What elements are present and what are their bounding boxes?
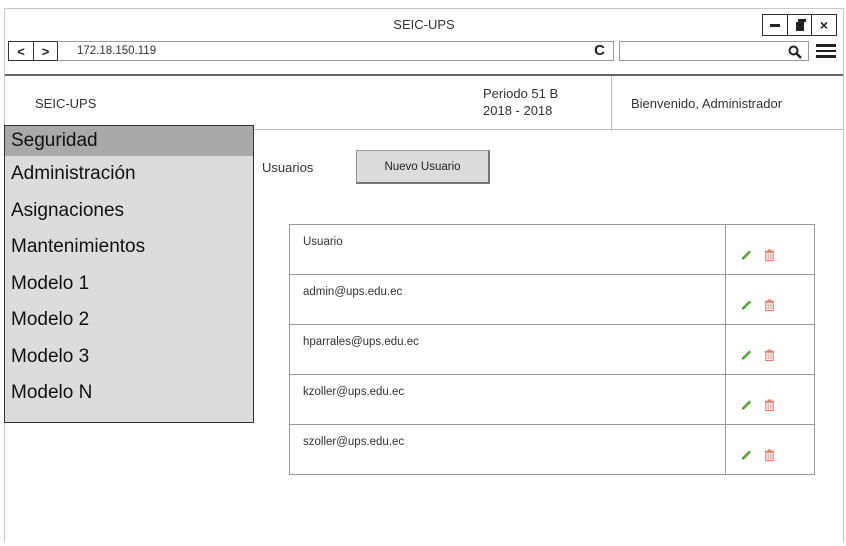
row-actions	[725, 374, 815, 425]
user-email: szoller@ups.edu.ec	[289, 424, 726, 475]
pencil-icon[interactable]	[740, 348, 753, 362]
title-bar: SEIC-UPS ×	[5, 9, 843, 39]
nav-buttons: < >	[8, 41, 58, 61]
url-text: 172.18.150.119	[77, 45, 157, 57]
table-row: hparrales@ups.edu.ec	[289, 324, 815, 375]
close-button[interactable]: ×	[811, 14, 837, 36]
window-title: SEIC-UPS	[393, 17, 455, 32]
back-button[interactable]: <	[9, 42, 33, 60]
app-header: SEIC-UPS Periodo 51 B 2018 - 2018 Bienve…	[5, 74, 843, 131]
period-years: 2018 - 2018	[483, 103, 553, 118]
row-actions	[725, 274, 815, 325]
row-actions	[725, 324, 815, 375]
chevron-right-icon: >	[41, 43, 50, 59]
url-input[interactable]: 172.18.150.119 C	[59, 41, 614, 61]
address-bar: < > 172.18.150.119 C	[5, 39, 843, 63]
sidebar-menu: Seguridad Administración Asignaciones Ma…	[4, 125, 254, 423]
brand-label: SEIC-UPS	[35, 96, 97, 111]
trash-icon[interactable]	[763, 248, 776, 262]
sidebar-item-modelo-1[interactable]: Modelo 1	[5, 266, 253, 303]
window-controls: ×	[762, 14, 837, 36]
sidebar-item-mantenimientos[interactable]: Mantenimientos	[5, 229, 253, 266]
sidebar-item-modelo-3[interactable]: Modelo 3	[5, 339, 253, 376]
maximize-icon	[795, 19, 806, 31]
trash-icon[interactable]	[763, 348, 776, 362]
pencil-icon[interactable]	[740, 448, 753, 462]
section-title: Usuarios	[262, 160, 314, 175]
period-info: Periodo 51 B 2018 - 2018	[483, 85, 558, 119]
trash-icon[interactable]	[763, 398, 776, 412]
column-header-usuario: Usuario	[289, 224, 726, 275]
table-header-row: Usuario	[289, 224, 815, 275]
menu-icon[interactable]	[816, 44, 836, 58]
sidebar-item-seguridad[interactable]: Seguridad	[5, 126, 253, 156]
user-email: admin@ups.edu.ec	[289, 274, 726, 325]
forward-button[interactable]: >	[33, 42, 57, 60]
users-table: Usuario admin@ups.edu.ec hparrales@ups.e…	[289, 224, 815, 475]
row-actions	[725, 424, 815, 475]
search-input[interactable]	[619, 41, 809, 61]
pencil-icon[interactable]	[740, 398, 753, 412]
reload-icon[interactable]: C	[594, 42, 605, 60]
table-row: szoller@ups.edu.ec	[289, 424, 815, 475]
sidebar-item-modelo-n[interactable]: Modelo N	[5, 375, 253, 412]
row-actions	[725, 224, 815, 275]
sidebar-item-asignaciones[interactable]: Asignaciones	[5, 193, 253, 230]
trash-icon[interactable]	[763, 448, 776, 462]
chevron-left-icon: <	[17, 43, 25, 59]
sidebar-item-administracion[interactable]: Administración	[5, 156, 253, 193]
minimize-icon	[770, 23, 780, 27]
new-user-button[interactable]: Nuevo Usuario	[356, 150, 490, 184]
table-row: kzoller@ups.edu.ec	[289, 374, 815, 425]
user-email: hparrales@ups.edu.ec	[289, 324, 726, 375]
welcome-message: Bienvenido, Administrador	[631, 96, 783, 111]
period-name: Periodo 51 B	[483, 86, 559, 101]
maximize-button[interactable]	[786, 14, 813, 36]
minimize-button[interactable]	[762, 14, 788, 36]
header-divider	[611, 76, 612, 131]
table-row: admin@ups.edu.ec	[289, 274, 815, 325]
user-email: kzoller@ups.edu.ec	[289, 374, 726, 425]
pencil-icon[interactable]	[740, 248, 753, 262]
pencil-icon[interactable]	[740, 298, 753, 312]
search-icon[interactable]	[788, 45, 802, 59]
trash-icon[interactable]	[763, 298, 776, 312]
sidebar-item-modelo-2[interactable]: Modelo 2	[5, 302, 253, 339]
close-icon: ×	[819, 17, 829, 33]
